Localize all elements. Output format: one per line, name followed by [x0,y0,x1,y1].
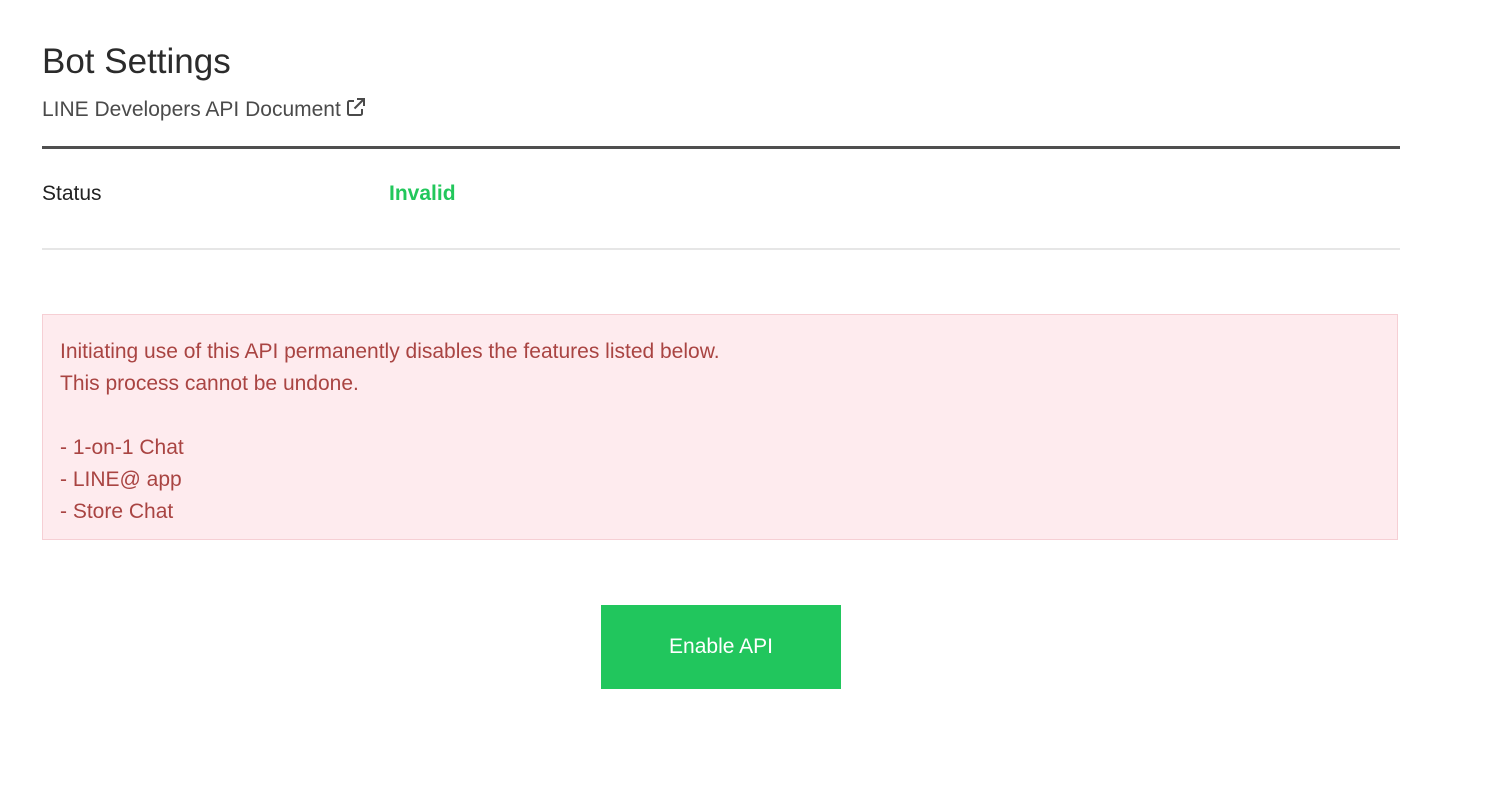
status-divider [42,248,1400,250]
status-row: Status Invalid [42,180,1400,210]
api-document-link[interactable]: LINE Developers API Document [42,96,366,124]
warning-alert: Initiating use of this API permanently d… [42,314,1398,540]
status-label: Status [42,182,102,205]
enable-api-button[interactable]: Enable API [601,605,841,689]
bot-settings-page: Bot Settings LINE Developers API Documen… [0,0,1494,792]
header-divider [42,146,1400,149]
external-link-icon [346,97,366,117]
alert-feature-item: - LINE@ app [60,468,182,491]
alert-text: This process cannot be undone. [60,372,359,395]
alert-feature-item: - 1-on-1 Chat [60,436,184,459]
alert-feature-item: - Store Chat [60,500,174,523]
alert-text: Initiating use of this API permanently d… [60,340,720,363]
alert-spacer [60,400,1380,432]
page-title: Bot Settings [42,42,231,81]
status-value: Invalid [389,182,456,205]
api-document-link-label: LINE Developers API Document [42,98,341,121]
